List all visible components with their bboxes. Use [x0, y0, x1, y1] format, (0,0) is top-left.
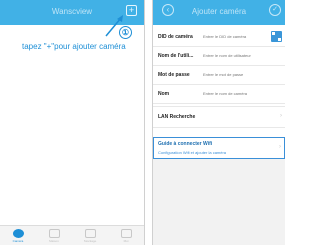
- camera-form: DID de caméra Nom de l'utili... Mot de p…: [153, 28, 285, 104]
- qr-scan-icon[interactable]: [271, 31, 282, 42]
- tab-label: Caméra: [12, 239, 24, 243]
- tab-storage[interactable]: Stockage: [75, 229, 105, 243]
- annotation-instruction: tapez "+"pour ajouter caméra: [22, 42, 126, 51]
- confirm-button[interactable]: ✓: [269, 4, 281, 16]
- annotation-step-number: ①: [119, 26, 132, 39]
- user-icon: [120, 229, 132, 238]
- wifi-guide-row[interactable]: Guide à connecter Wifi Configuration Wif…: [153, 137, 285, 159]
- lan-search-row[interactable]: LAN Recherche ›: [153, 106, 285, 128]
- form-row-password: Mot de passe: [153, 66, 285, 85]
- field-label: Nom: [158, 91, 170, 97]
- chevron-right-icon: ›: [279, 144, 281, 150]
- guide-subtitle: Configuration Wifi et ajouter la caméra: [158, 150, 227, 155]
- camera-list-screen: Wanscview + ① tapez "+"pour ajouter camé…: [0, 0, 145, 245]
- screen-title: Ajouter caméra: [191, 7, 247, 16]
- tab-label: Moi: [123, 239, 129, 243]
- add-camera-screen: ‹ Ajouter caméra ✓ DID de caméra Nom de …: [152, 0, 285, 245]
- name-input[interactable]: [203, 89, 269, 98]
- tab-label: Stockage: [83, 239, 97, 243]
- top-bar: ‹ Ajouter caméra ✓: [153, 0, 285, 25]
- password-input[interactable]: [203, 70, 269, 79]
- form-row-name: Nom: [153, 85, 285, 104]
- form-row-did: DID de caméra: [153, 28, 285, 47]
- guide-title: Guide à connecter Wifi: [158, 141, 213, 147]
- chevron-right-icon: ›: [280, 113, 282, 119]
- username-input[interactable]: [203, 51, 269, 60]
- form-row-username: Nom de l'utili...: [153, 47, 285, 66]
- tab-label: Maison: [49, 239, 59, 243]
- cloud-icon: [84, 229, 96, 238]
- tab-me[interactable]: Moi: [111, 229, 141, 243]
- field-label: DID de caméra: [158, 34, 193, 40]
- home-icon: [48, 229, 60, 238]
- field-label: Mot de passe: [158, 72, 190, 78]
- tab-camera[interactable]: Caméra: [3, 229, 33, 243]
- field-label: Nom de l'utili...: [158, 53, 194, 59]
- did-input[interactable]: [203, 32, 269, 41]
- camera-icon: [12, 229, 24, 238]
- add-camera-button[interactable]: +: [126, 5, 137, 16]
- lan-search-label: LAN Recherche: [158, 114, 196, 120]
- empty-area: [153, 159, 285, 245]
- tab-home[interactable]: Maison: [39, 229, 69, 243]
- bottom-tab-bar: Caméra Maison Stockage Moi: [0, 225, 144, 245]
